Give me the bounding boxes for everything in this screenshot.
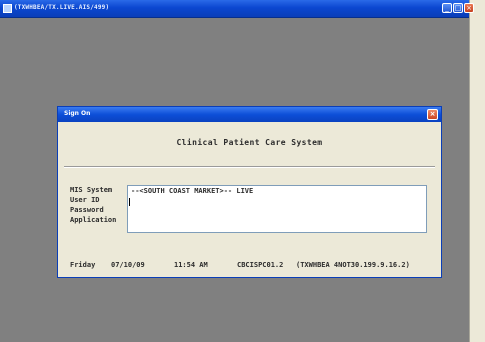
password-label: Password [70,206,104,214]
footer-day: Friday [70,261,96,269]
app-icon [3,4,12,13]
dialog-close-button[interactable]: × [427,109,438,120]
user-id-label: User ID [70,196,100,204]
divider [64,166,435,168]
footer-time: 11:54 AM [174,261,208,269]
text-cursor [129,198,130,206]
window-title: (TXWHBEA/TX.LIVE.AIS/499) [14,4,110,11]
window-right-edge [469,0,485,342]
maximize-button[interactable]: □ [453,3,463,13]
mis-system-label: MIS System [70,186,113,194]
close-window-button[interactable]: × [464,3,474,13]
sign-on-input-area[interactable]: --<SOUTH COAST MARKET>-- LIVE [127,185,427,233]
footer-date: 07/10/09 [111,261,145,269]
mis-system-value: --<SOUTH COAST MARKET>-- LIVE [131,187,254,195]
footer-connection: (TXWHBEA 4NOT30.199.9.16.2) [296,261,410,269]
window-titlebar[interactable]: (TXWHBEA/TX.LIVE.AIS/499) _ □ × [0,0,474,18]
close-icon: × [466,4,472,12]
dialog-titlebar[interactable]: Sign On × [58,107,441,122]
minimize-button[interactable]: _ [442,3,452,13]
footer-station: CBCISPC01.2 [237,261,284,269]
sign-on-dialog: Sign On × Clinical Patient Care System M… [57,106,442,278]
dialog-title: Sign On [64,110,91,117]
field-labels: MIS System User ID Password Application [70,185,130,225]
maximize-icon: □ [454,4,462,12]
application-label: Application [70,216,117,224]
system-heading: Clinical Patient Care System [176,138,323,147]
minimize-icon: _ [445,4,449,12]
